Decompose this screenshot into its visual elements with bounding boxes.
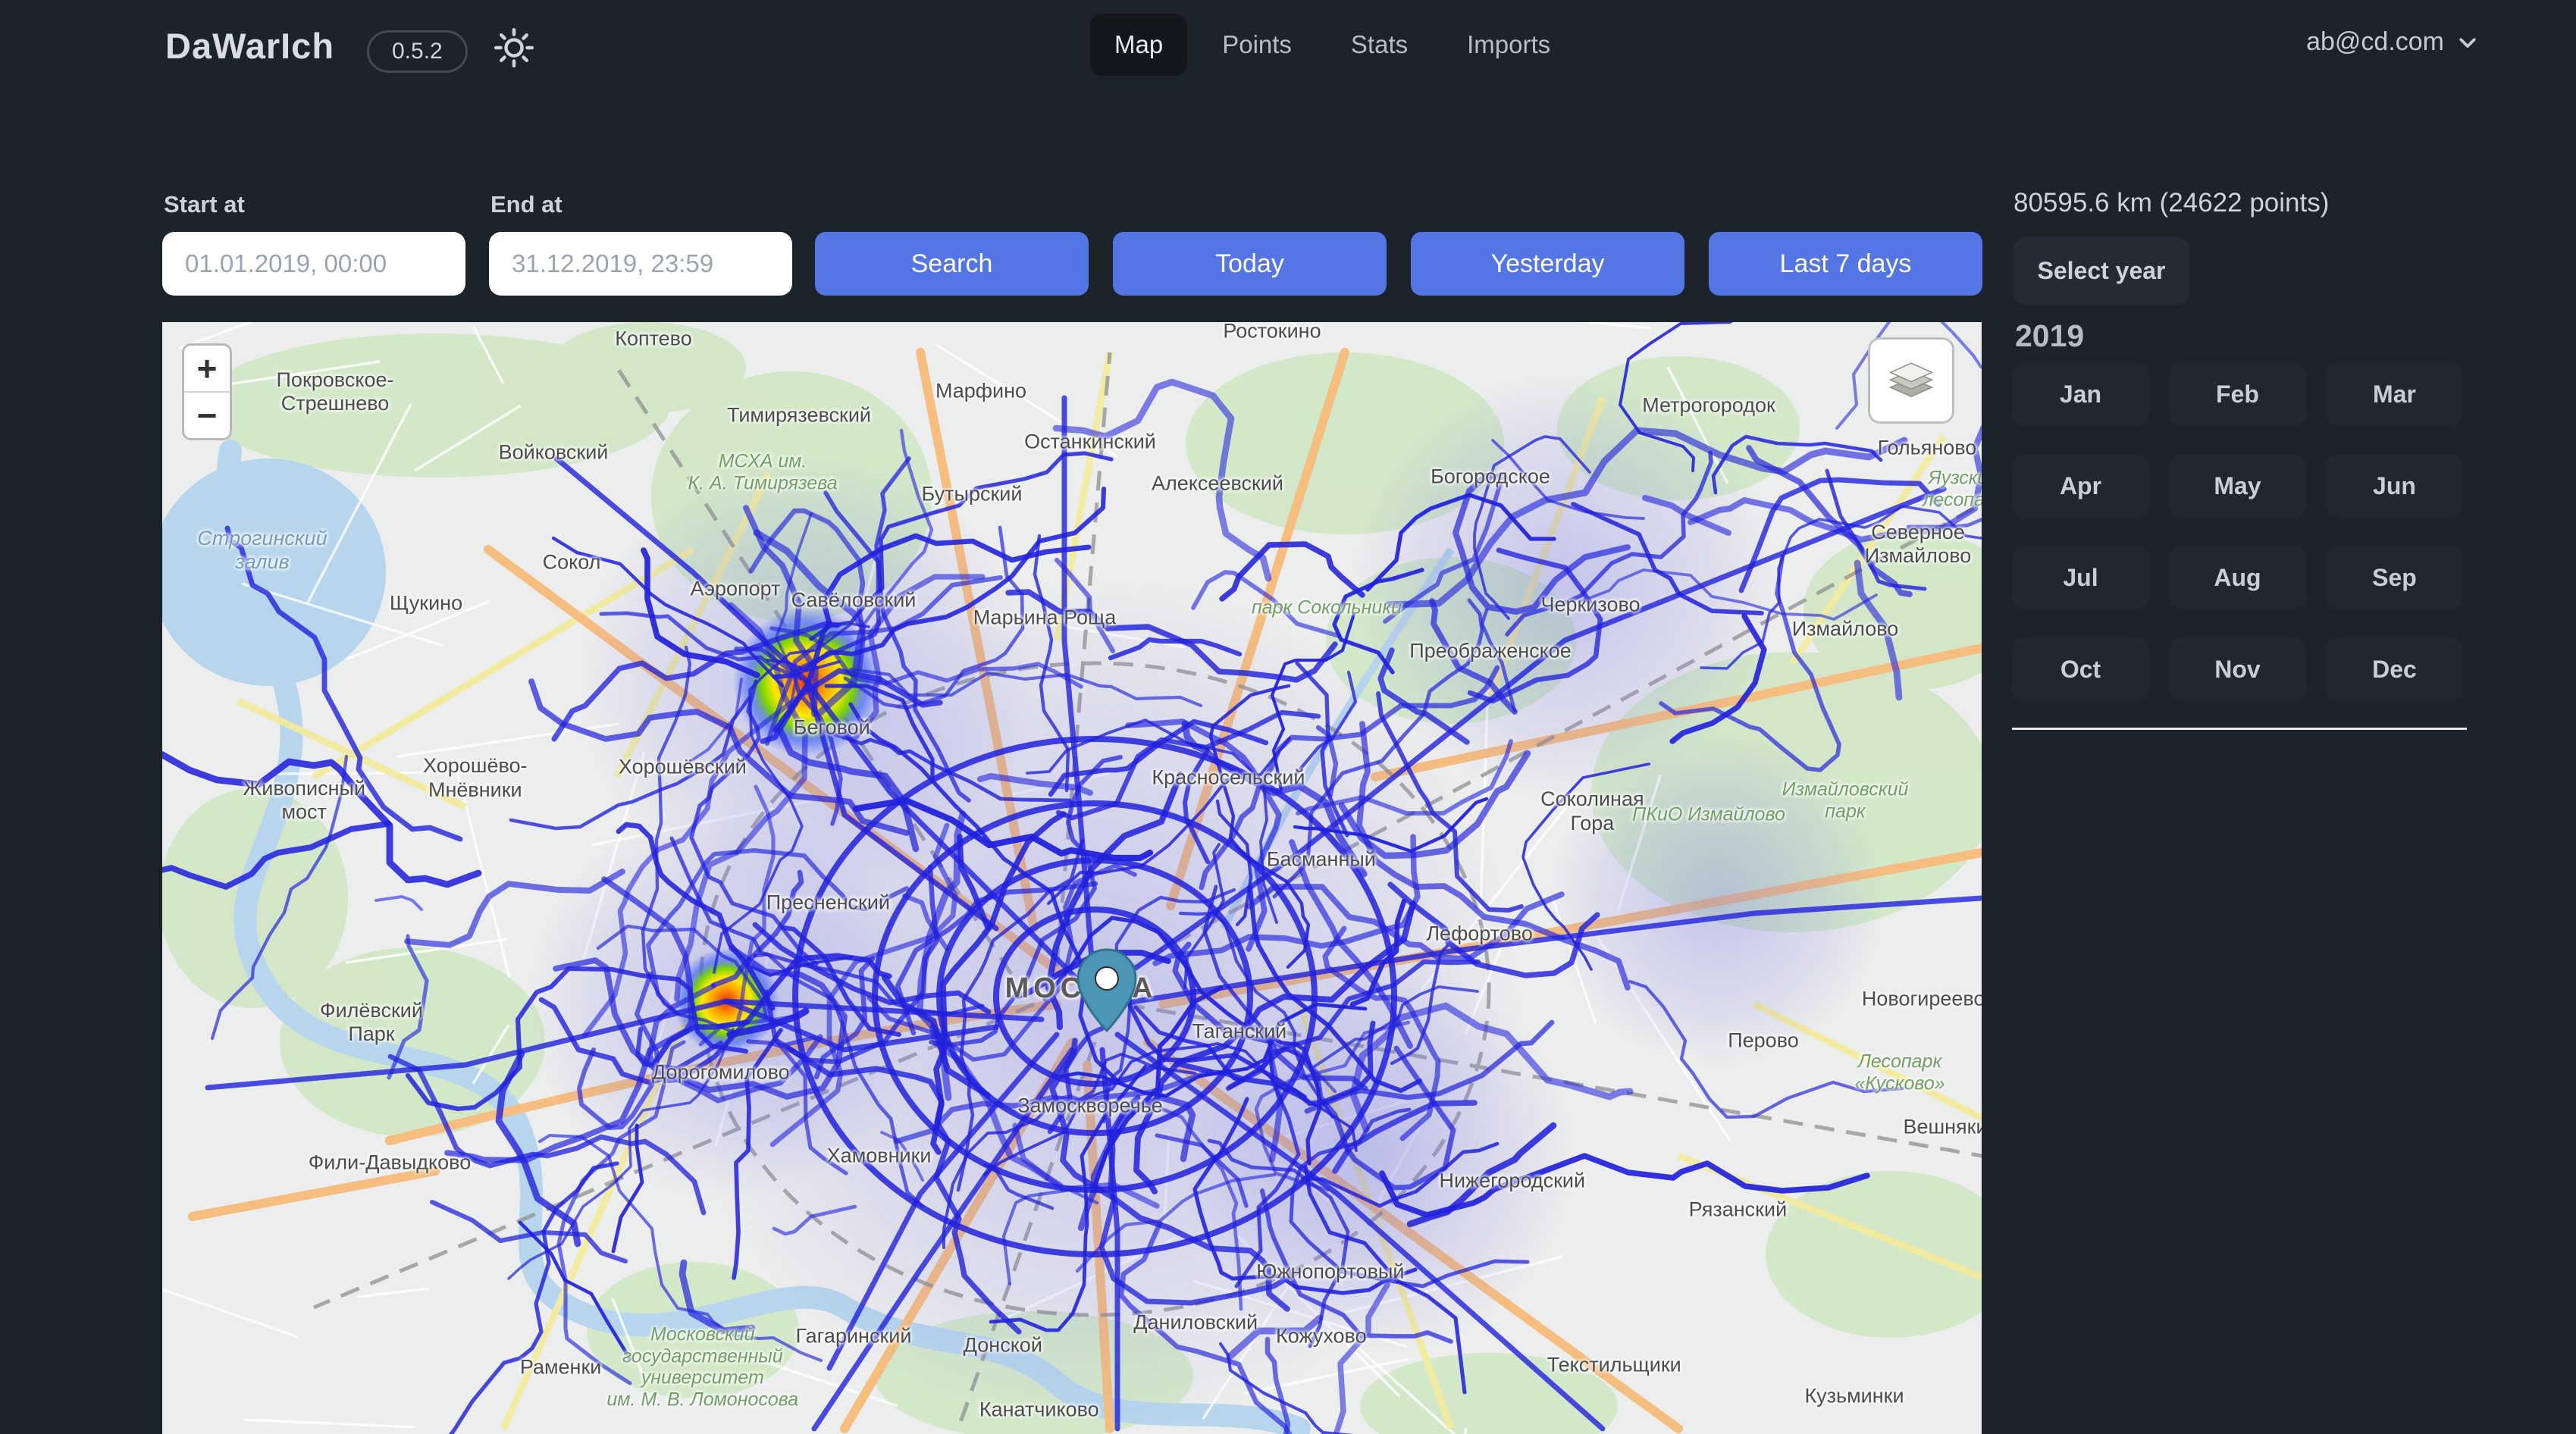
map-zoom-control: + − <box>182 343 232 440</box>
search-button[interactable]: Search <box>815 232 1089 296</box>
month-button-dec[interactable]: Dec <box>2326 637 2463 701</box>
layers-icon <box>1882 352 1940 409</box>
version-badge: 0.5.2 <box>367 30 468 73</box>
month-button-aug[interactable]: Aug <box>2169 546 2306 609</box>
account-email: ab@cd.com <box>2306 27 2444 57</box>
start-at-input[interactable] <box>162 232 465 296</box>
month-button-jan[interactable]: Jan <box>2012 362 2149 426</box>
last-7-days-button[interactable]: Last 7 days <box>1709 232 1982 296</box>
yesterday-button[interactable]: Yesterday <box>1411 232 1684 296</box>
main-nav: Map Points Stats Imports <box>1090 14 1575 76</box>
layers-control-button[interactable] <box>1868 337 1954 424</box>
chevron-down-icon <box>2456 31 2479 54</box>
map-canvas[interactable]: КоптевоПокровское- СтрешневоТимирязевски… <box>162 322 1982 1434</box>
month-grid: Jan Feb Mar Apr May Jun Jul Aug Sep Oct Nov Dec <box>2012 362 2463 701</box>
zoom-in-button[interactable]: + <box>184 346 230 393</box>
month-button-apr[interactable]: Apr <box>2012 454 2149 518</box>
month-button-oct[interactable]: Oct <box>2012 637 2149 701</box>
zoom-out-button[interactable]: − <box>184 393 230 438</box>
month-button-jun[interactable]: Jun <box>2326 454 2463 518</box>
year-heading: 2019 <box>2015 318 2084 354</box>
sun-icon <box>491 25 537 70</box>
month-button-feb[interactable]: Feb <box>2169 362 2306 426</box>
month-button-sep[interactable]: Sep <box>2326 546 2463 609</box>
map-tiles <box>162 322 1982 1434</box>
navbar: DaWarIch 0.5.2 Map Points Stats Imports … <box>0 0 2576 92</box>
tab-imports[interactable]: Imports <box>1443 14 1575 76</box>
end-at-label: End at <box>490 191 563 218</box>
start-at-label: Start at <box>164 191 245 218</box>
select-year-button[interactable]: Select year <box>2013 236 2189 305</box>
month-button-mar[interactable]: Mar <box>2326 362 2463 426</box>
tab-stats[interactable]: Stats <box>1327 14 1432 76</box>
month-button-may[interactable]: May <box>2169 454 2306 518</box>
distance-stats: 80595.6 km (24622 points) <box>2013 188 2329 218</box>
sidebar-divider <box>2012 728 2467 730</box>
app-root: DaWarIch 0.5.2 Map Points Stats Imports … <box>0 0 2576 1434</box>
month-button-nov[interactable]: Nov <box>2169 637 2306 701</box>
tab-points[interactable]: Points <box>1198 14 1316 76</box>
theme-toggle-button[interactable] <box>491 25 537 70</box>
today-button[interactable]: Today <box>1113 232 1387 296</box>
account-dropdown[interactable]: ab@cd.com <box>2306 27 2479 57</box>
end-at-input[interactable] <box>489 232 792 296</box>
app-logo: DaWarIch <box>165 25 334 67</box>
tab-map[interactable]: Map <box>1090 14 1187 76</box>
month-button-jul[interactable]: Jul <box>2012 546 2149 609</box>
